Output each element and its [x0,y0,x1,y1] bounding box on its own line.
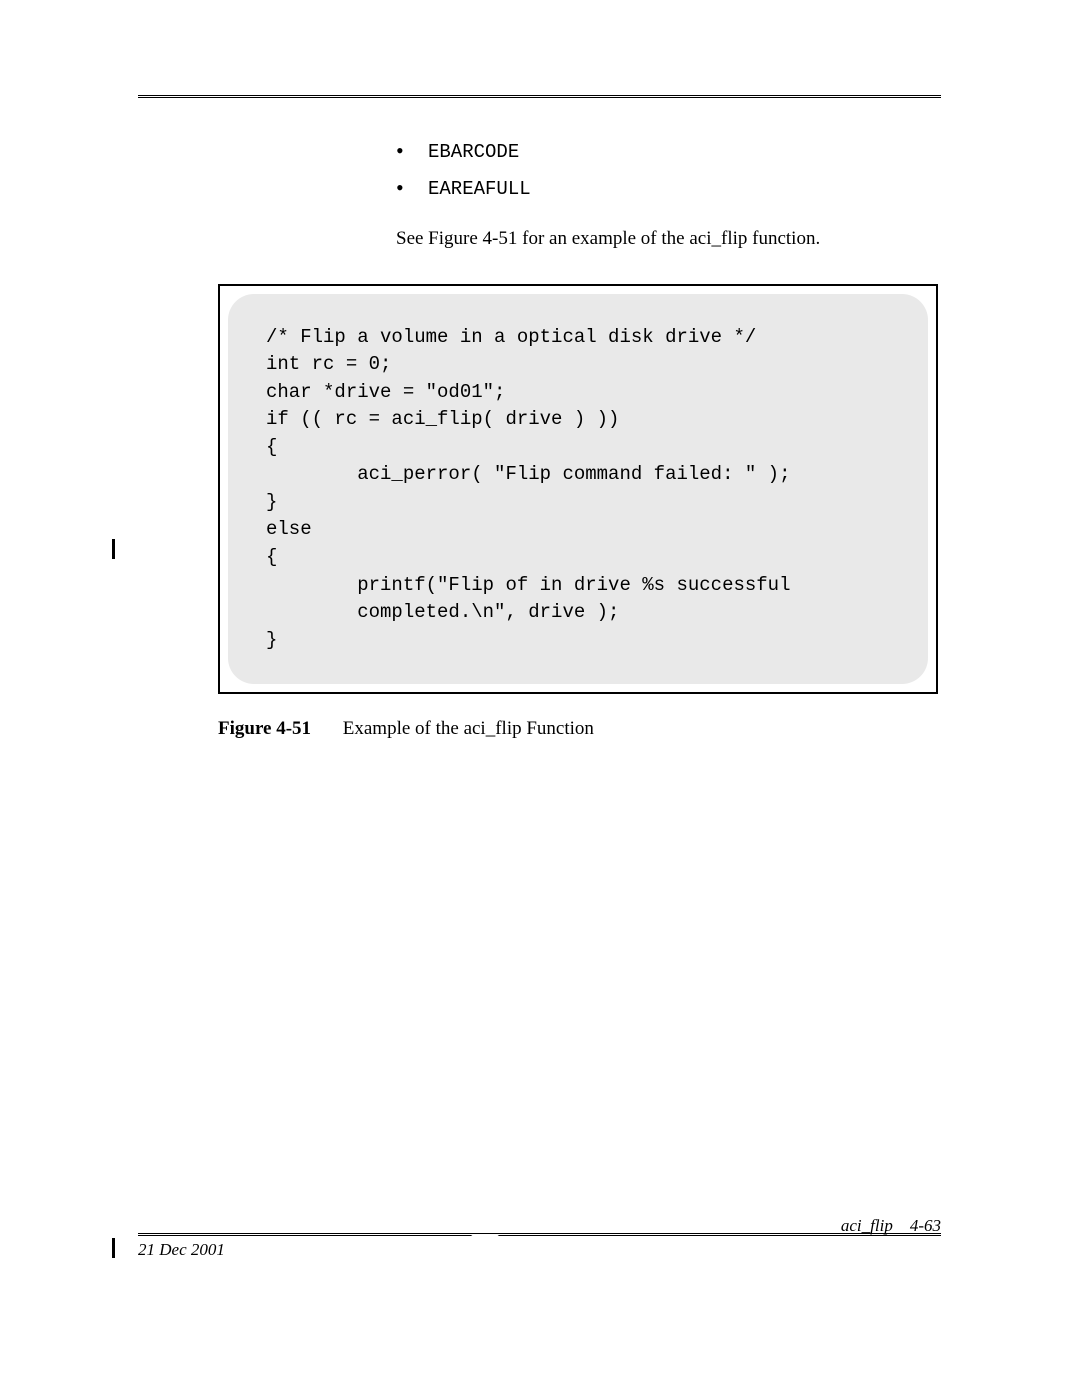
figure-reference: See Figure 4-51 for an example of the ac… [396,225,941,254]
footer-right: aci_flip 4-63 [841,1216,941,1236]
figure-label: Figure 4-51 [218,718,338,740]
revision-bar-icon [112,1238,115,1258]
list-item: EAREAFULL [396,175,941,204]
figure-caption-text: Example of the aci_flip Function [343,718,594,739]
list-item: EBARCODE [396,138,941,167]
error-code: EAREAFULL [428,178,531,200]
page: EBARCODE EAREAFULL See Figure 4-51 for a… [0,0,1080,1397]
footer-page: 4-63 [910,1216,941,1235]
revision-bar-icon [112,539,115,559]
page-footer: 21 Dec 2001 aci_flip 4-63 [138,1222,941,1262]
footer-rule [138,1233,941,1236]
footer-date: 21 Dec 2001 [138,1240,225,1260]
footer-section: aci_flip [841,1216,893,1235]
error-code-list: EBARCODE EAREAFULL [396,138,941,203]
top-rule [138,95,941,98]
figure-caption: Figure 4-51 Example of the aci_flip Func… [218,718,941,740]
code-block: /* Flip a volume in a optical disk drive… [228,294,928,685]
code-frame: /* Flip a volume in a optical disk drive… [218,284,938,695]
error-code: EBARCODE [428,141,519,163]
page-content: EBARCODE EAREAFULL See Figure 4-51 for a… [138,95,941,740]
